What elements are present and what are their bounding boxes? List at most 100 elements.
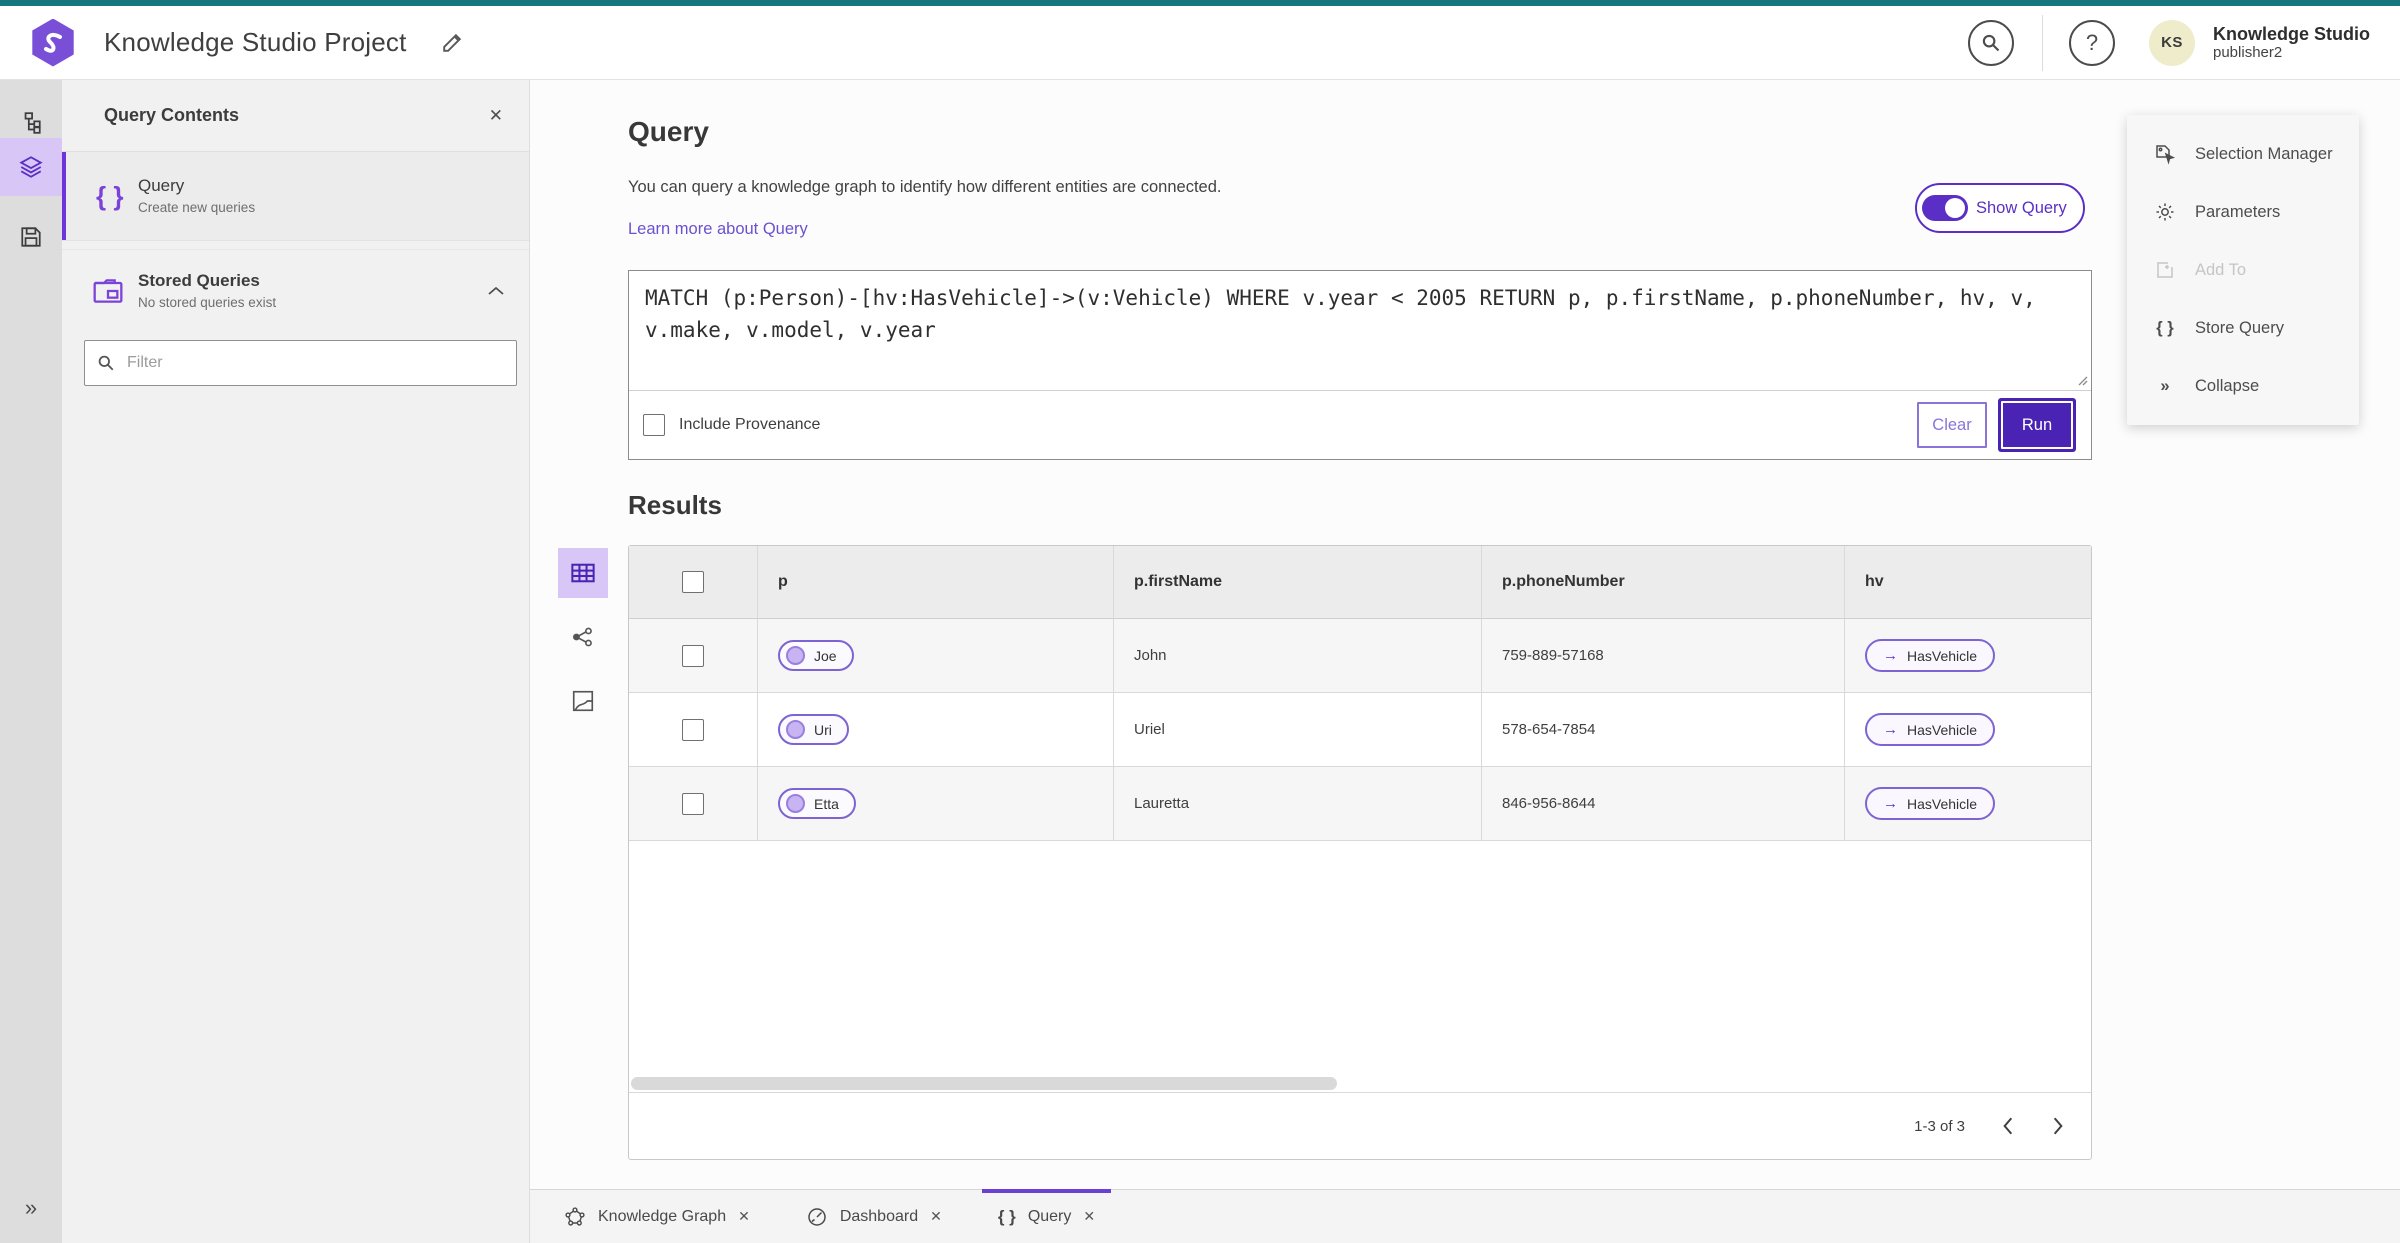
next-page-button[interactable] [2051,1116,2065,1136]
left-icon-rail: » [0,80,62,1243]
results-section-title: Results [628,490,722,520]
query-actions-row: Include Provenance Clear Run [629,391,2091,459]
row-checkbox[interactable] [682,792,704,815]
menu-item-collapse[interactable]: » Collapse [2127,357,2359,415]
edit-title-icon[interactable] [439,30,465,56]
help-icon: ? [2085,29,2099,55]
stored-queries-header[interactable]: Stored Queries No stored queries exist [62,249,529,332]
previous-page-button[interactable] [2001,1116,2015,1136]
close-tab-icon[interactable]: ✕ [930,1208,942,1225]
table-row[interactable]: Uri Uriel 578-654-7854 → HasVehicle [629,693,2091,767]
search-button[interactable] [1968,19,2014,66]
project-title: Knowledge Studio Project [104,27,407,57]
tab-label: Dashboard [839,1207,919,1225]
user-avatar[interactable]: KS [2149,19,2195,66]
results-view-toolbar [558,548,608,740]
menu-item-add-to: Add To [2127,241,2359,299]
close-tab-icon[interactable]: ✕ [1083,1208,1095,1225]
node-dot-icon [786,646,805,665]
clear-button[interactable]: Clear [1917,402,1987,448]
resize-handle-icon[interactable] [2076,374,2088,457]
row-checkbox[interactable] [682,644,704,667]
menu-item-label: Selection Manager [2195,144,2333,163]
horizontal-scrollbar [629,1076,2091,1092]
panel-title: Query Contents [104,105,240,125]
run-button[interactable]: Run [2001,401,2073,449]
hierarchy-icon [19,111,43,135]
arrow-right-icon: → [1883,721,1898,738]
help-button[interactable]: ? [2069,19,2115,66]
stored-queries-subtitle: No stored queries exist [138,294,277,310]
tab-dashboard[interactable]: Dashboard ✕ [778,1190,970,1243]
save-icon [19,225,43,249]
cell-firstname: John [1114,619,1482,692]
edge-pill[interactable]: → HasVehicle [1865,787,1996,820]
map-view-button[interactable] [558,676,608,726]
tab-knowledge-graph[interactable]: Knowledge Graph ✕ [536,1190,778,1243]
edge-label: HasVehicle [1907,647,1978,664]
header-divider [2042,14,2043,71]
results-table-card: p p.firstName p.phoneNumber hv Joe John … [628,545,2092,1160]
include-provenance-checkbox[interactable] [643,414,665,436]
chevrons-right-icon: » [24,1195,38,1220]
cell-firstname: Lauretta [1114,767,1482,840]
menu-item-label: Store Query [2195,318,2284,337]
query-section-description: You can query a knowledge graph to ident… [628,178,1222,196]
select-all-checkbox[interactable] [682,571,704,593]
menu-item-selection-manager[interactable]: Selection Manager [2127,125,2359,183]
rail-item-query-layers[interactable] [0,138,62,196]
bottom-tab-bar: Knowledge Graph ✕ Dashboard ✕ { } Query … [530,1189,2400,1243]
rail-item-save[interactable] [0,208,62,266]
edge-label: HasVehicle [1907,721,1978,738]
knowledge-studio-app: Knowledge Studio Project ? KS Knowledge … [0,0,2400,1243]
toggle-on-icon [1922,195,1968,221]
learn-more-link[interactable]: Learn more about Query [628,220,808,239]
user-username: publisher2 [2213,44,2283,62]
node-pill[interactable]: Joe [778,640,854,671]
tab-query[interactable]: { } Query ✕ [970,1189,1123,1243]
show-query-label: Show Query [1976,198,2067,217]
results-table-header: p p.firstName p.phoneNumber hv [629,546,2091,619]
app-logo-icon [32,18,74,67]
search-icon [1981,33,2001,53]
arrow-right-icon: → [1883,795,1898,812]
table-row[interactable]: Etta Lauretta 846-956-8644 → HasVehicle [629,767,2091,841]
user-product-name: Knowledge Studio [2213,23,2370,44]
add-to-icon [2153,259,2177,281]
node-pill[interactable]: Etta [778,788,856,819]
graph-view-button[interactable] [558,612,608,662]
query-text-input[interactable]: MATCH (p:Person)-[hv:HasVehicle]->(v:Veh… [629,271,2091,391]
panel-item-query[interactable]: { } Query Create new queries [62,152,529,241]
stored-queries-filter[interactable] [84,340,517,386]
chevron-up-icon[interactable] [487,285,505,297]
edge-pill[interactable]: → HasVehicle [1865,639,1996,672]
cell-phonenumber: 759-889-57168 [1482,619,1845,692]
node-label: Uri [814,721,832,738]
expand-rail-button[interactable]: » [0,1195,62,1221]
column-header-hv[interactable]: hv [1845,546,2091,618]
node-pill[interactable]: Uri [778,714,849,745]
include-provenance-label: Include Provenance [679,416,821,433]
menu-item-store-query[interactable]: { } Store Query [2127,299,2359,357]
show-query-toggle[interactable]: Show Query [1915,183,2085,233]
close-panel-icon[interactable]: ✕ [489,106,503,126]
column-header-firstname[interactable]: p.firstName [1114,546,1482,618]
row-checkbox[interactable] [682,718,704,741]
braces-icon: { } [997,1206,1016,1226]
edge-label: HasVehicle [1907,795,1978,812]
cell-firstname: Uriel [1114,693,1482,766]
scrollbar-thumb[interactable] [631,1077,1337,1090]
close-tab-icon[interactable]: ✕ [738,1208,750,1225]
column-header-p[interactable]: p [758,546,1114,618]
layers-icon [18,154,44,180]
query-item-subtitle: Create new queries [138,199,256,215]
query-editor-card: MATCH (p:Person)-[hv:HasVehicle]->(v:Veh… [628,270,2092,460]
folder-icon [92,276,138,306]
filter-input[interactable] [125,353,504,373]
column-header-phonenumber[interactable]: p.phoneNumber [1482,546,1845,618]
tab-label: Knowledge Graph [598,1207,727,1225]
edge-pill[interactable]: → HasVehicle [1865,713,1996,746]
menu-item-parameters[interactable]: Parameters [2127,183,2359,241]
table-row[interactable]: Joe John 759-889-57168 → HasVehicle [629,619,2091,693]
table-view-button[interactable] [558,548,608,598]
